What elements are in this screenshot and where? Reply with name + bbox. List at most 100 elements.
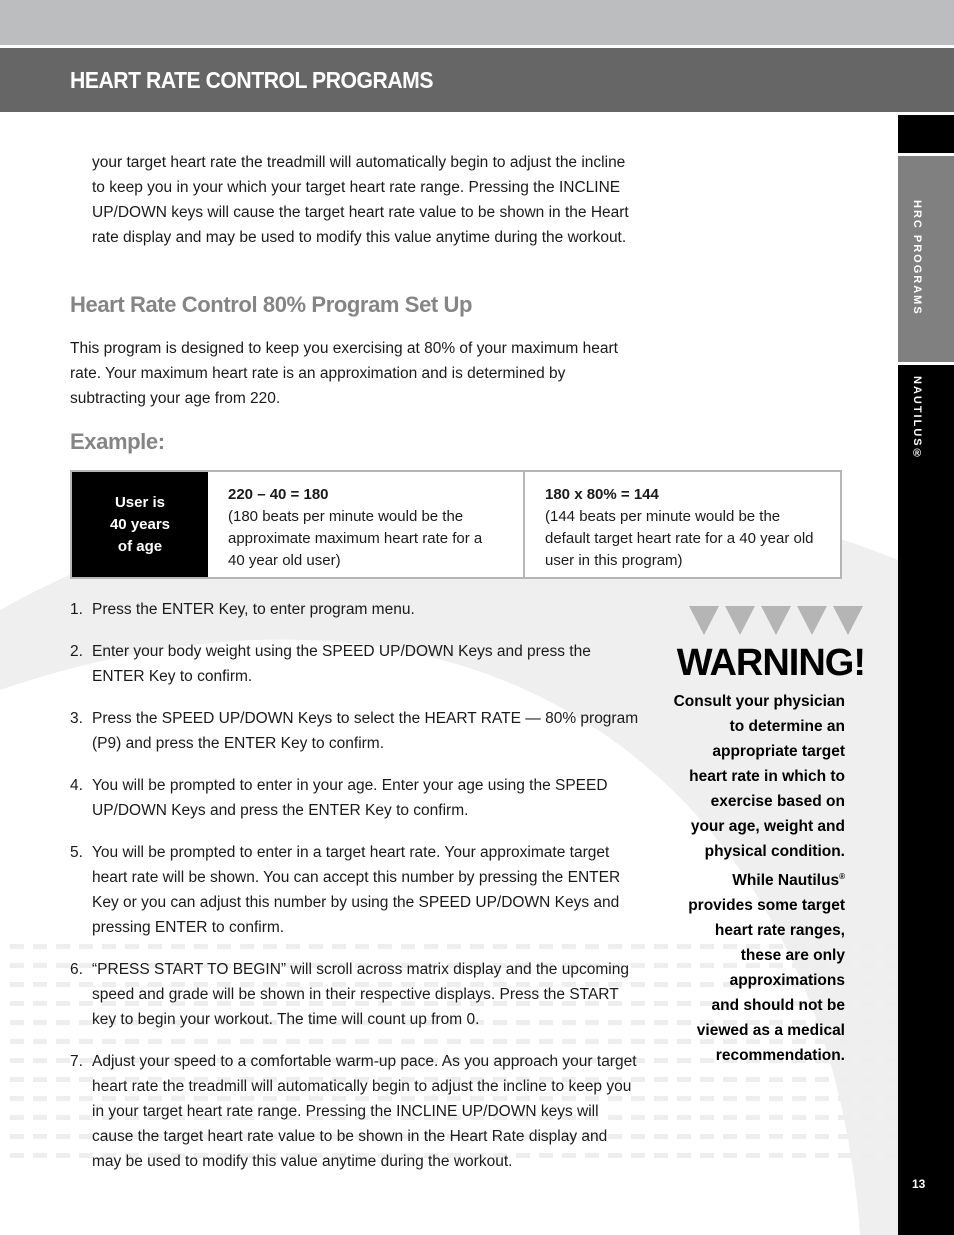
- dot-mark: [700, 1134, 714, 1139]
- dot-mark: [700, 1115, 714, 1120]
- dot-mark: [33, 1058, 47, 1063]
- setup-heading: Heart Rate Control 80% Program Set Up: [70, 292, 473, 317]
- dot-mark: [56, 1058, 70, 1063]
- dot-mark: [769, 1077, 783, 1082]
- step-item: 2. Enter your body weight using the SPEED…: [70, 639, 640, 689]
- dot-mark: [56, 1077, 70, 1082]
- warning-line: While Nautilus®: [732, 872, 845, 890]
- dot-mark: [723, 1134, 737, 1139]
- warning-box: WARNING! Consult your physician to determ…: [660, 606, 866, 1068]
- step-number: 5.: [70, 844, 83, 861]
- step-item: 7. Adjust your speed to a comfortable war…: [70, 1049, 640, 1174]
- dot-mark: [10, 1134, 24, 1139]
- example-target-hr-cell: 180 x 80% = 144 (144 beats per minute wo…: [523, 472, 840, 577]
- dot-mark: [746, 1153, 760, 1158]
- step-item: 4. You will be prompted to enter in your …: [70, 773, 640, 823]
- triangle-icon: [797, 606, 827, 635]
- dot-mark: [700, 1077, 714, 1082]
- side-tab-hrc-label: HRC PROGRAMS: [911, 200, 923, 316]
- dot-mark: [654, 1153, 668, 1158]
- dot-mark: [10, 1001, 24, 1006]
- dot-mark: [815, 1096, 829, 1101]
- example-age-cell: User is 40 years of age: [72, 472, 208, 577]
- dot-mark: [10, 1077, 24, 1082]
- dot-mark: [884, 1020, 898, 1025]
- triangle-icon: [761, 606, 791, 635]
- dot-mark: [10, 963, 24, 968]
- warning-line: viewed as a medical: [696, 1022, 845, 1040]
- warning-line: exercise based on: [710, 793, 845, 810]
- dot-mark: [838, 1115, 852, 1120]
- triangle-icon: [833, 606, 863, 635]
- step-text: “PRESS START TO BEGIN” will scroll acros…: [92, 961, 629, 1028]
- max-hr-formula: 220 – 40 = 180: [228, 486, 329, 503]
- dot-mark: [56, 1096, 70, 1101]
- step-text: Enter your body weight using the SPEED U…: [92, 643, 591, 685]
- dot-mark: [700, 1096, 714, 1101]
- step-text: You will be prompted to enter in a targe…: [92, 844, 621, 936]
- dot-mark: [792, 1115, 806, 1120]
- dot-mark: [56, 982, 70, 987]
- dot-mark: [746, 1115, 760, 1120]
- dot-mark: [861, 1096, 875, 1101]
- warning-line: heart rate in which to: [689, 768, 845, 785]
- dot-mark: [723, 1077, 737, 1082]
- step-number: 6.: [70, 961, 83, 978]
- warning-line: and should not be: [711, 997, 845, 1015]
- warning-title: WARNING!: [676, 642, 866, 684]
- warning-line: Consult your physician: [673, 693, 845, 710]
- dot-mark: [10, 1115, 24, 1120]
- dot-mark: [861, 1153, 875, 1158]
- dot-mark: [815, 1134, 829, 1139]
- dot-mark: [861, 1134, 875, 1139]
- dot-mark: [792, 1096, 806, 1101]
- step-number: 1.: [70, 601, 83, 618]
- step-number: 3.: [70, 710, 83, 727]
- dot-mark: [33, 944, 47, 949]
- dot-mark: [10, 1058, 24, 1063]
- dot-mark: [815, 1115, 829, 1120]
- dot-mark: [746, 1134, 760, 1139]
- warning-line: your age, weight and: [690, 818, 845, 835]
- dot-mark: [700, 1153, 714, 1158]
- warning-line: appropriate target: [712, 743, 845, 760]
- dot-mark: [884, 982, 898, 987]
- side-tab-top: [898, 115, 954, 153]
- dot-mark: [861, 1077, 875, 1082]
- top-band: [0, 0, 954, 45]
- dot-mark: [838, 1153, 852, 1158]
- dot-mark: [723, 1115, 737, 1120]
- dot-mark: [33, 1039, 47, 1044]
- dot-mark: [769, 1096, 783, 1101]
- intro-paragraph: your target heart rate the treadmill wil…: [92, 154, 629, 246]
- dot-mark: [677, 1153, 691, 1158]
- age-line: User is: [114, 493, 166, 511]
- side-tab-nautilus[interactable]: [898, 365, 954, 1235]
- dot-mark: [769, 1134, 783, 1139]
- side-tab-hrc-programs[interactable]: [898, 156, 954, 362]
- dot-mark: [56, 1001, 70, 1006]
- dot-mark: [723, 1153, 737, 1158]
- dot-mark: [10, 1153, 24, 1158]
- dot-mark: [654, 1115, 668, 1120]
- step-item: 5. You will be prompted to enter in a tar…: [70, 840, 640, 940]
- warning-line: these are only: [740, 947, 845, 965]
- dot-mark: [677, 1134, 691, 1139]
- dot-mark: [33, 1096, 47, 1101]
- triangle-icon: [689, 606, 719, 635]
- warning-line: recommendation.: [715, 1047, 845, 1065]
- dot-mark: [33, 963, 47, 968]
- dot-mark: [10, 1039, 24, 1044]
- dot-mark: [10, 982, 24, 987]
- warning-text: Consult your physician to determine an app…: [660, 689, 865, 1068]
- dot-mark: [56, 944, 70, 949]
- dot-mark: [884, 1001, 898, 1006]
- dot-mark: [884, 1096, 898, 1101]
- step-item: 3. Press the SPEED UP/DOWN Keys to select…: [70, 706, 640, 756]
- step-number: 4.: [70, 777, 83, 794]
- setup-steps-list: 1. Press the ENTER Key, to enter program …: [70, 597, 640, 1191]
- dot-mark: [838, 1134, 852, 1139]
- dot-mark: [792, 1134, 806, 1139]
- dot-mark: [677, 1096, 691, 1101]
- dot-mark: [56, 1115, 70, 1120]
